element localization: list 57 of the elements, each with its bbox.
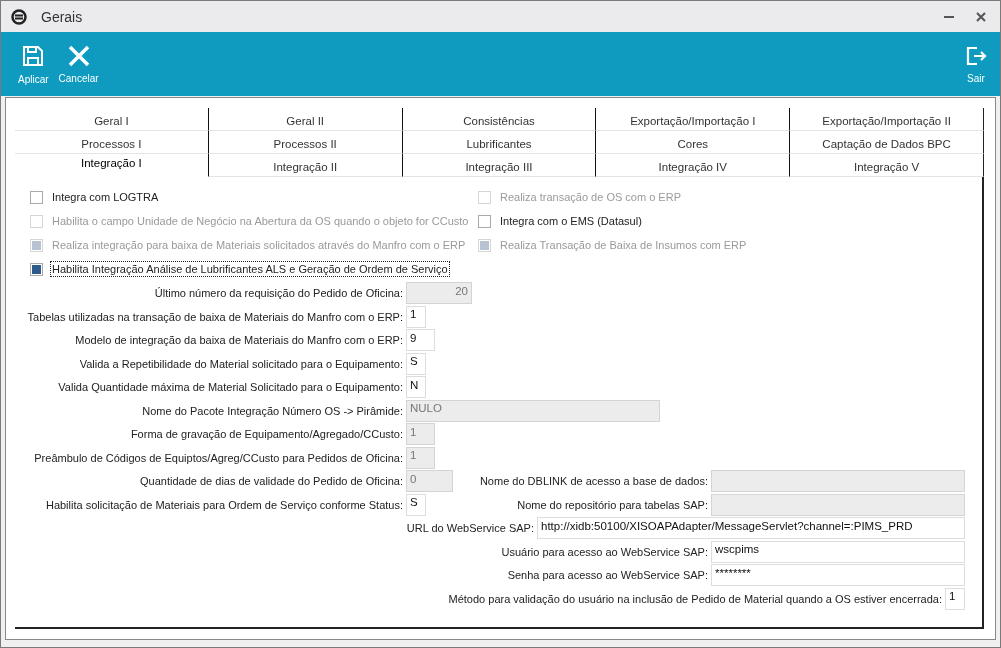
tab[interactable]: Lubrificantes	[402, 131, 597, 154]
checkbox[interactable]	[30, 262, 43, 276]
field-label: Senha para acesso ao WebService SAP:	[507, 569, 708, 581]
app-logo-icon	[11, 8, 27, 25]
tab[interactable]: Integração IV	[596, 154, 791, 177]
field-label: Preâmbulo de Códigos de Equiptos/Agreg/CCusto para Pedidos de Oficina:	[33, 451, 403, 464]
field-label: Quantidade de dias de validade do Pedido de Oficina:	[139, 475, 403, 487]
field-label: Último número da requisição do Pedido de Oficina:	[153, 287, 403, 299]
tab[interactable]: Geral I	[15, 108, 209, 131]
tab[interactable]: Integração V	[790, 154, 984, 177]
checkbox-label: Realiza Transação de Baixa de Insumos com ERP	[499, 238, 748, 252]
close-icon	[67, 44, 90, 67]
input-field[interactable]: wscpims	[711, 540, 965, 563]
minimize-icon	[944, 15, 954, 18]
tab[interactable]: Exportação/Importação I	[596, 108, 791, 131]
tab[interactable]: Cores	[596, 131, 791, 154]
field-label: Valida a Repetibilidade do Material solicitado para o Equipamento:	[78, 357, 403, 370]
field-label: Nome do Pacote Integração Número OS -> Pirâmide:	[141, 404, 403, 417]
tab[interactable]: Geral II	[208, 108, 403, 131]
tab[interactable]: Exportação/Importação II	[790, 108, 984, 131]
exit-icon	[965, 44, 987, 67]
tab[interactable]: Processos I	[15, 131, 209, 154]
checkbox-label: Realiza integração para baixa de Materiais solicitados através do Manfro com o ERP	[51, 238, 467, 252]
save-icon	[21, 43, 46, 68]
checkbox-label: Integra com LOGTRA	[51, 190, 160, 204]
input-field[interactable]: S	[406, 352, 426, 375]
field-label: Método para validação do usuário na inclusão de Pedido de Material quando a OS estiver encerrada:	[448, 592, 942, 605]
field-label: Forma de gravação de Equipamento/Agregado/CCusto:	[129, 428, 403, 440]
field-label: Nome do DBLINK de acesso a base de dados:	[479, 475, 708, 487]
checkbox[interactable]	[30, 190, 43, 204]
field-label: Modelo de integração da baixa de Materiais do Manfro com o ERP:	[74, 334, 403, 346]
tab[interactable]: Processos II	[208, 131, 403, 154]
checkbox-label: Habilita Integração Análise de Lubrificantes ALS e Geração de Ordem de Serviço	[51, 262, 449, 276]
input-field[interactable]: S	[406, 493, 426, 516]
input-field[interactable]: 1	[945, 587, 965, 610]
field-label: Nome do repositório para tabelas SAP:	[517, 498, 708, 511]
input-field[interactable]: ********	[711, 564, 965, 586]
field-label: Tabelas utilizadas na transação de baixa de Materiais do Manfro com o ERP:	[26, 310, 403, 323]
input-field[interactable]: http://xidb:50100/XISOAPAdapter/MessageServlet?channel=:PIMS_PRD	[537, 517, 965, 539]
tab[interactable]: Integração III	[402, 154, 597, 177]
checkbox[interactable]	[478, 214, 491, 228]
input-field[interactable]: N	[406, 376, 426, 398]
input-field[interactable]: 9	[406, 329, 435, 351]
tab[interactable]: Integração II	[208, 154, 403, 177]
window-title: Gerais	[41, 8, 84, 25]
close-icon	[976, 11, 986, 22]
field-label: Valida Quantidade máxima de Material Solicitado para o Equipamento:	[57, 381, 403, 393]
tab[interactable]: Captação de Dados BPC	[790, 131, 984, 154]
tab[interactable]: Consistências	[402, 108, 597, 131]
field-label: Habilita solicitação de Materiais para Ordem de Serviço conforme Status:	[44, 498, 403, 511]
checkbox-label: Realiza transação de OS com o ERP	[499, 190, 682, 204]
field-label: Usuário para acesso ao WebService SAP:	[501, 545, 708, 558]
tab[interactable]: Integração I	[15, 154, 209, 177]
checkbox-label: Habilita o campo Unidade de Negócio na Abertura da OS quando o objeto for CCusto	[51, 214, 470, 228]
checkbox-label: Integra com o EMS (Datasul)	[499, 214, 643, 228]
input-field[interactable]: 1	[406, 305, 426, 328]
field-label: URL do WebService SAP:	[406, 522, 534, 534]
